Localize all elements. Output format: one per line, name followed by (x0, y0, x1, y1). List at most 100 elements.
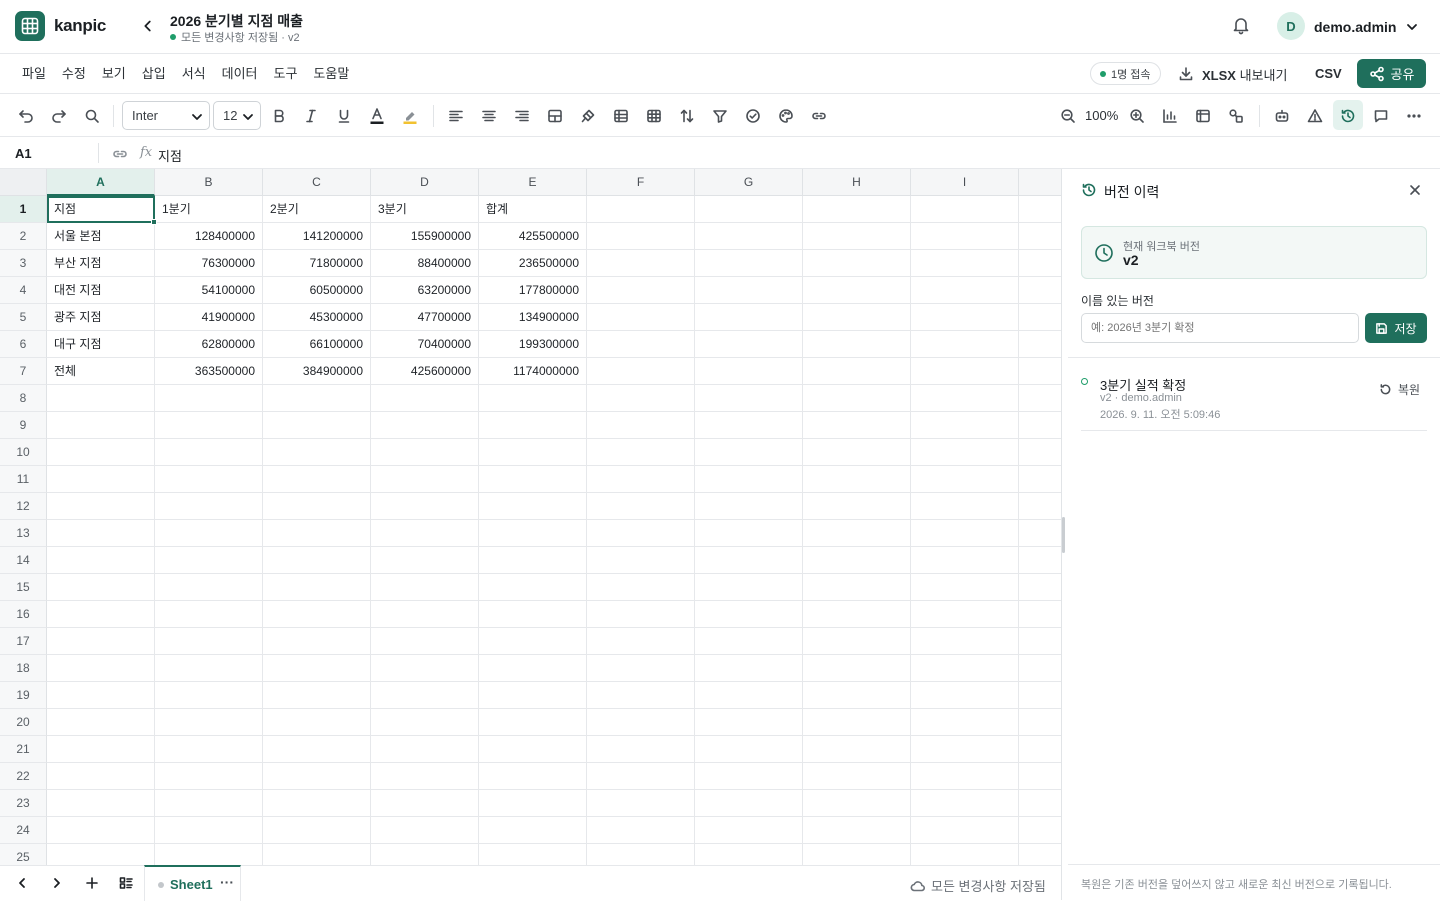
grid-cell[interactable] (371, 520, 479, 547)
automation-button[interactable] (1273, 107, 1291, 125)
grid-cell[interactable] (479, 709, 587, 736)
grid-cell[interactable] (911, 655, 1019, 682)
grid-cell[interactable] (263, 601, 371, 628)
grid-cell[interactable]: 45300000 (263, 304, 371, 331)
column-header[interactable]: C (263, 169, 371, 196)
grid-cell[interactable] (803, 520, 911, 547)
grid-cell[interactable] (263, 412, 371, 439)
grid-cell[interactable] (587, 439, 695, 466)
grid-cell[interactable] (479, 763, 587, 790)
row-header[interactable]: 2 (0, 223, 47, 250)
grid-cell[interactable] (803, 466, 911, 493)
grid-cell[interactable] (1019, 196, 1061, 223)
grid-cell[interactable] (911, 574, 1019, 601)
menu-help[interactable]: 도움말 (305, 54, 357, 94)
grid-cell[interactable] (695, 520, 803, 547)
app-logo[interactable] (15, 11, 45, 41)
presence-badge[interactable]: 1명 접속 (1090, 62, 1161, 85)
grid-cell[interactable] (911, 466, 1019, 493)
grid-cell[interactable] (1019, 277, 1061, 304)
column-header[interactable]: I (911, 169, 1019, 196)
grid-cell[interactable] (911, 709, 1019, 736)
grid-cell[interactable] (371, 817, 479, 844)
grid-cell[interactable] (587, 304, 695, 331)
grid-cell[interactable] (911, 790, 1019, 817)
grid-cell[interactable]: 66100000 (263, 331, 371, 358)
column-header[interactable]: D (371, 169, 479, 196)
grid-cell[interactable] (47, 817, 155, 844)
grid-cell[interactable] (155, 844, 263, 865)
grid-cell[interactable]: 47700000 (371, 304, 479, 331)
grid-cell[interactable] (1019, 790, 1061, 817)
panel-resize-handle[interactable] (1062, 517, 1065, 553)
grid-cell[interactable] (587, 385, 695, 412)
column-header[interactable]: G (695, 169, 803, 196)
grid-cell[interactable] (263, 520, 371, 547)
format-painter-button[interactable] (579, 107, 597, 125)
column-header[interactable]: B (155, 169, 263, 196)
font-family-select[interactable]: Inter (122, 101, 210, 130)
align-right-button[interactable] (513, 107, 531, 125)
grid-cell[interactable] (479, 412, 587, 439)
grid-cell[interactable] (47, 601, 155, 628)
grid-cell[interactable] (803, 196, 911, 223)
document-title[interactable]: 2026 분기별 지점 매출 (170, 11, 303, 31)
export-xlsx-button[interactable]: XLSX 내보내기 (1178, 64, 1287, 84)
grid-cell[interactable] (1019, 385, 1061, 412)
row-header[interactable]: 7 (0, 358, 47, 385)
grid-cell[interactable] (155, 655, 263, 682)
menu-file[interactable]: 파일 (14, 54, 54, 94)
italic-button[interactable] (302, 107, 320, 125)
borders-button[interactable] (612, 107, 630, 125)
row-header[interactable]: 4 (0, 277, 47, 304)
grid-cell[interactable] (695, 790, 803, 817)
sheet-menu-button[interactable]: ··· (220, 874, 234, 890)
grid-cell[interactable] (1019, 682, 1061, 709)
grid-cell[interactable] (479, 601, 587, 628)
grid-cell[interactable] (479, 439, 587, 466)
grid-cell[interactable] (587, 331, 695, 358)
grid-cell[interactable]: 63200000 (371, 277, 479, 304)
grid-cell[interactable] (263, 655, 371, 682)
menu-insert[interactable]: 삽입 (134, 54, 174, 94)
grid-cell[interactable] (47, 574, 155, 601)
grid-cell[interactable] (263, 844, 371, 865)
grid-cell[interactable] (47, 844, 155, 865)
grid-cell[interactable] (695, 331, 803, 358)
pivot-table-button[interactable] (1194, 107, 1212, 125)
grid-cell[interactable] (1019, 628, 1061, 655)
grid-cell[interactable] (47, 682, 155, 709)
grid-cell[interactable] (587, 682, 695, 709)
grid-cell[interactable] (911, 196, 1019, 223)
grid-cell[interactable] (479, 790, 587, 817)
grid-cell[interactable] (911, 385, 1019, 412)
cell-link-button[interactable] (112, 146, 128, 162)
grid-cell[interactable] (911, 412, 1019, 439)
column-header[interactable]: E (479, 169, 587, 196)
user-menu-toggle[interactable] (1405, 20, 1419, 34)
grid-cell[interactable] (803, 223, 911, 250)
row-header[interactable]: 11 (0, 466, 47, 493)
grid-cell[interactable] (911, 277, 1019, 304)
grid-cell[interactable] (911, 844, 1019, 865)
grid-cell[interactable] (587, 196, 695, 223)
row-header[interactable]: 13 (0, 520, 47, 547)
grid-cell[interactable] (47, 709, 155, 736)
grid-cell[interactable] (587, 574, 695, 601)
grid-cell[interactable] (371, 790, 479, 817)
grid-cell[interactable] (803, 304, 911, 331)
grid-cell[interactable]: 서울 본점 (47, 223, 155, 250)
grid-cell[interactable] (479, 493, 587, 520)
insert-chart-button[interactable] (1161, 107, 1179, 125)
grid-cell[interactable] (587, 412, 695, 439)
grid-cell[interactable] (911, 817, 1019, 844)
grid-cell[interactable]: 177800000 (479, 277, 587, 304)
grid-cell[interactable] (803, 601, 911, 628)
grid-cell[interactable] (371, 493, 479, 520)
row-header[interactable]: 25 (0, 844, 47, 865)
filter-button[interactable] (711, 107, 729, 125)
font-size-select[interactable]: 12 (213, 101, 261, 130)
grid-cell[interactable]: 70400000 (371, 331, 479, 358)
grid-cell[interactable] (155, 547, 263, 574)
grid-cell[interactable] (371, 439, 479, 466)
